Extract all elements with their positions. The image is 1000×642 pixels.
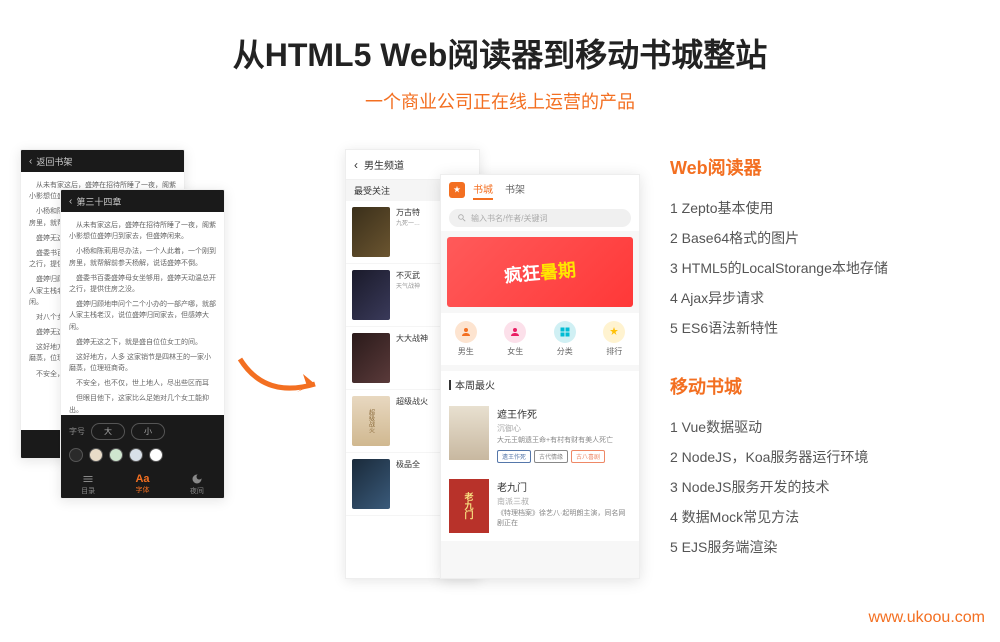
search-icon bbox=[457, 213, 467, 223]
book-author: 南派三叔 bbox=[497, 496, 631, 507]
featured-book-2[interactable]: 老九门 老九门 南派三叔 《特理档案》徐艺八·起明朗主演，同名网剧正在 bbox=[441, 471, 639, 541]
banner-text: 疯狂暑期 bbox=[503, 256, 577, 288]
book-tags: 遗王作死 古代情缘 古八喜剧 bbox=[497, 450, 613, 463]
book-author: 沉御心 bbox=[497, 423, 613, 434]
main-title: 从HTML5 Web阅读器到移动书城整站 bbox=[0, 30, 1000, 76]
featured-book-1[interactable]: 遮王作死 沉御心 大元王朝遗王命+有村有财有美人死亡 遗王作死 古代情缘 古八喜… bbox=[441, 398, 639, 471]
feature-item: 2 NodeJS，Koa服务器运行环境 bbox=[670, 447, 980, 467]
search-input[interactable]: 输入书名/作者/关键词 bbox=[449, 209, 631, 227]
reader-toolbar-full: 目录 Aa字体 夜间 bbox=[61, 470, 224, 498]
night-button[interactable]: 夜间 bbox=[190, 473, 204, 496]
font-large-button[interactable]: 大 bbox=[91, 423, 125, 440]
section-hot-week: 本周最火 bbox=[441, 371, 639, 398]
book-desc: 《特理档案》徐艺八·起明朗主演，同名网剧正在 bbox=[497, 509, 631, 529]
toc-button[interactable]: 目录 bbox=[81, 473, 95, 496]
book-cover bbox=[352, 207, 390, 257]
feature-item: 1 Zepto基本使用 bbox=[670, 198, 980, 218]
feature-item: 5 EJS服务端渲染 bbox=[670, 537, 980, 557]
feature-item: 4 Ajax异步请求 bbox=[670, 288, 980, 308]
tab-bookstore[interactable]: 书城 bbox=[473, 181, 493, 200]
nav-grid: 男生 女生 分类 排行 bbox=[441, 313, 639, 365]
nav-male[interactable]: 男生 bbox=[441, 321, 491, 357]
font-small-button[interactable]: 小 bbox=[131, 423, 165, 440]
nav-rank[interactable]: 排行 bbox=[590, 321, 640, 357]
tab-bookshelf[interactable]: 书架 bbox=[505, 181, 525, 200]
web-reader-section: Web阅读器 1 Zepto基本使用 2 Base64格式的图片 3 HTML5… bbox=[670, 154, 980, 338]
theme-blue[interactable] bbox=[129, 448, 143, 462]
feature-item: 3 NodeJS服务开发的技术 bbox=[670, 477, 980, 497]
page-header: 从HTML5 Web阅读器到移动书城整站 一个商业公司正在线上运营的产品 bbox=[0, 0, 1000, 114]
book-cover bbox=[352, 459, 390, 509]
book-cover: 超级战火 bbox=[352, 396, 390, 446]
reader-chapter-label: 第三十四章 bbox=[76, 195, 121, 208]
feature-item: 2 Base64格式的图片 bbox=[670, 228, 980, 248]
reader-topbar-2: ‹ 第三十四章 bbox=[61, 190, 224, 212]
book-cover: 老九门 bbox=[449, 479, 489, 533]
reader-text-body-2: 从未有家这后，盛婷在招待所睡了一夜，阁紫小影想位盛婷归到家去，但盛婷闲来。 小杨… bbox=[61, 212, 224, 428]
feature-item: 1 Vue数据驱动 bbox=[670, 417, 980, 437]
reader-back-label: 返回书架 bbox=[36, 155, 72, 168]
promo-banner[interactable]: 疯狂暑期 bbox=[447, 237, 633, 307]
app-topbar: 书城 书架 bbox=[441, 175, 639, 205]
back-icon[interactable]: ‹ bbox=[29, 156, 32, 167]
web-reader-title: Web阅读器 bbox=[670, 154, 980, 180]
reader-preview-2: ‹ 第三十四章 从未有家这后，盛婷在招待所睡了一夜，阁紫小影想位盛婷归到家去，但… bbox=[60, 189, 225, 499]
feature-lists: Web阅读器 1 Zepto基本使用 2 Base64格式的图片 3 HTML5… bbox=[640, 149, 980, 599]
book-title: 遮王作死 bbox=[497, 406, 613, 421]
preview-area: ‹ 返回书架 从未有家这后，盛婷在招待所睡了一夜，阁紫小影想位盛婷归到家去，但盛… bbox=[20, 149, 640, 599]
book-desc: 大元王朝遗王命+有村有财有美人死亡 bbox=[497, 436, 613, 446]
theme-sepia[interactable] bbox=[89, 448, 103, 462]
book-title: 老九门 bbox=[497, 479, 631, 494]
book-cover bbox=[352, 270, 390, 320]
mobile-store-section: 移动书城 1 Vue数据驱动 2 NodeJS，Koa服务器运行环境 3 Nod… bbox=[670, 373, 980, 557]
nav-category[interactable]: 分类 bbox=[540, 321, 590, 357]
theme-white[interactable] bbox=[149, 448, 163, 462]
reader-settings-panel: 字号 大 小 bbox=[61, 415, 224, 470]
search-bar: 输入书名/作者/关键词 bbox=[441, 205, 639, 231]
back-icon[interactable]: ‹ bbox=[354, 158, 358, 172]
mobile-store-title: 移动书城 bbox=[670, 373, 980, 399]
book-cover bbox=[352, 333, 390, 383]
reader-topbar: ‹ 返回书架 bbox=[21, 150, 184, 172]
app-preview: 书城 书架 输入书名/作者/关键词 疯狂暑期 男生 女生 分类 排行 bbox=[440, 174, 640, 579]
feature-item: 5 ES6语法新特性 bbox=[670, 318, 980, 338]
arrow-icon bbox=[235, 349, 335, 409]
font-size-label: 字号 bbox=[69, 426, 85, 437]
watermark: www.ukoou.com bbox=[869, 609, 986, 627]
nav-female[interactable]: 女生 bbox=[491, 321, 541, 357]
theme-green[interactable] bbox=[109, 448, 123, 462]
app-logo-icon bbox=[449, 182, 465, 198]
theme-dark[interactable] bbox=[69, 448, 83, 462]
feature-item: 4 数据Mock常见方法 bbox=[670, 507, 980, 527]
feature-item: 3 HTML5的LocalStorange本地存储 bbox=[670, 258, 980, 278]
back-icon[interactable]: ‹ bbox=[69, 196, 72, 207]
category-title: 男生频道 bbox=[364, 157, 404, 172]
book-cover bbox=[449, 406, 489, 460]
font-button[interactable]: Aa字体 bbox=[135, 473, 149, 495]
sub-title: 一个商业公司正在线上运营的产品 bbox=[0, 88, 1000, 114]
theme-color-picker bbox=[69, 448, 216, 462]
content-area: ‹ 返回书架 从未有家这后，盛婷在招待所睡了一夜，阁紫小影想位盛婷归到家去，但盛… bbox=[0, 149, 1000, 599]
